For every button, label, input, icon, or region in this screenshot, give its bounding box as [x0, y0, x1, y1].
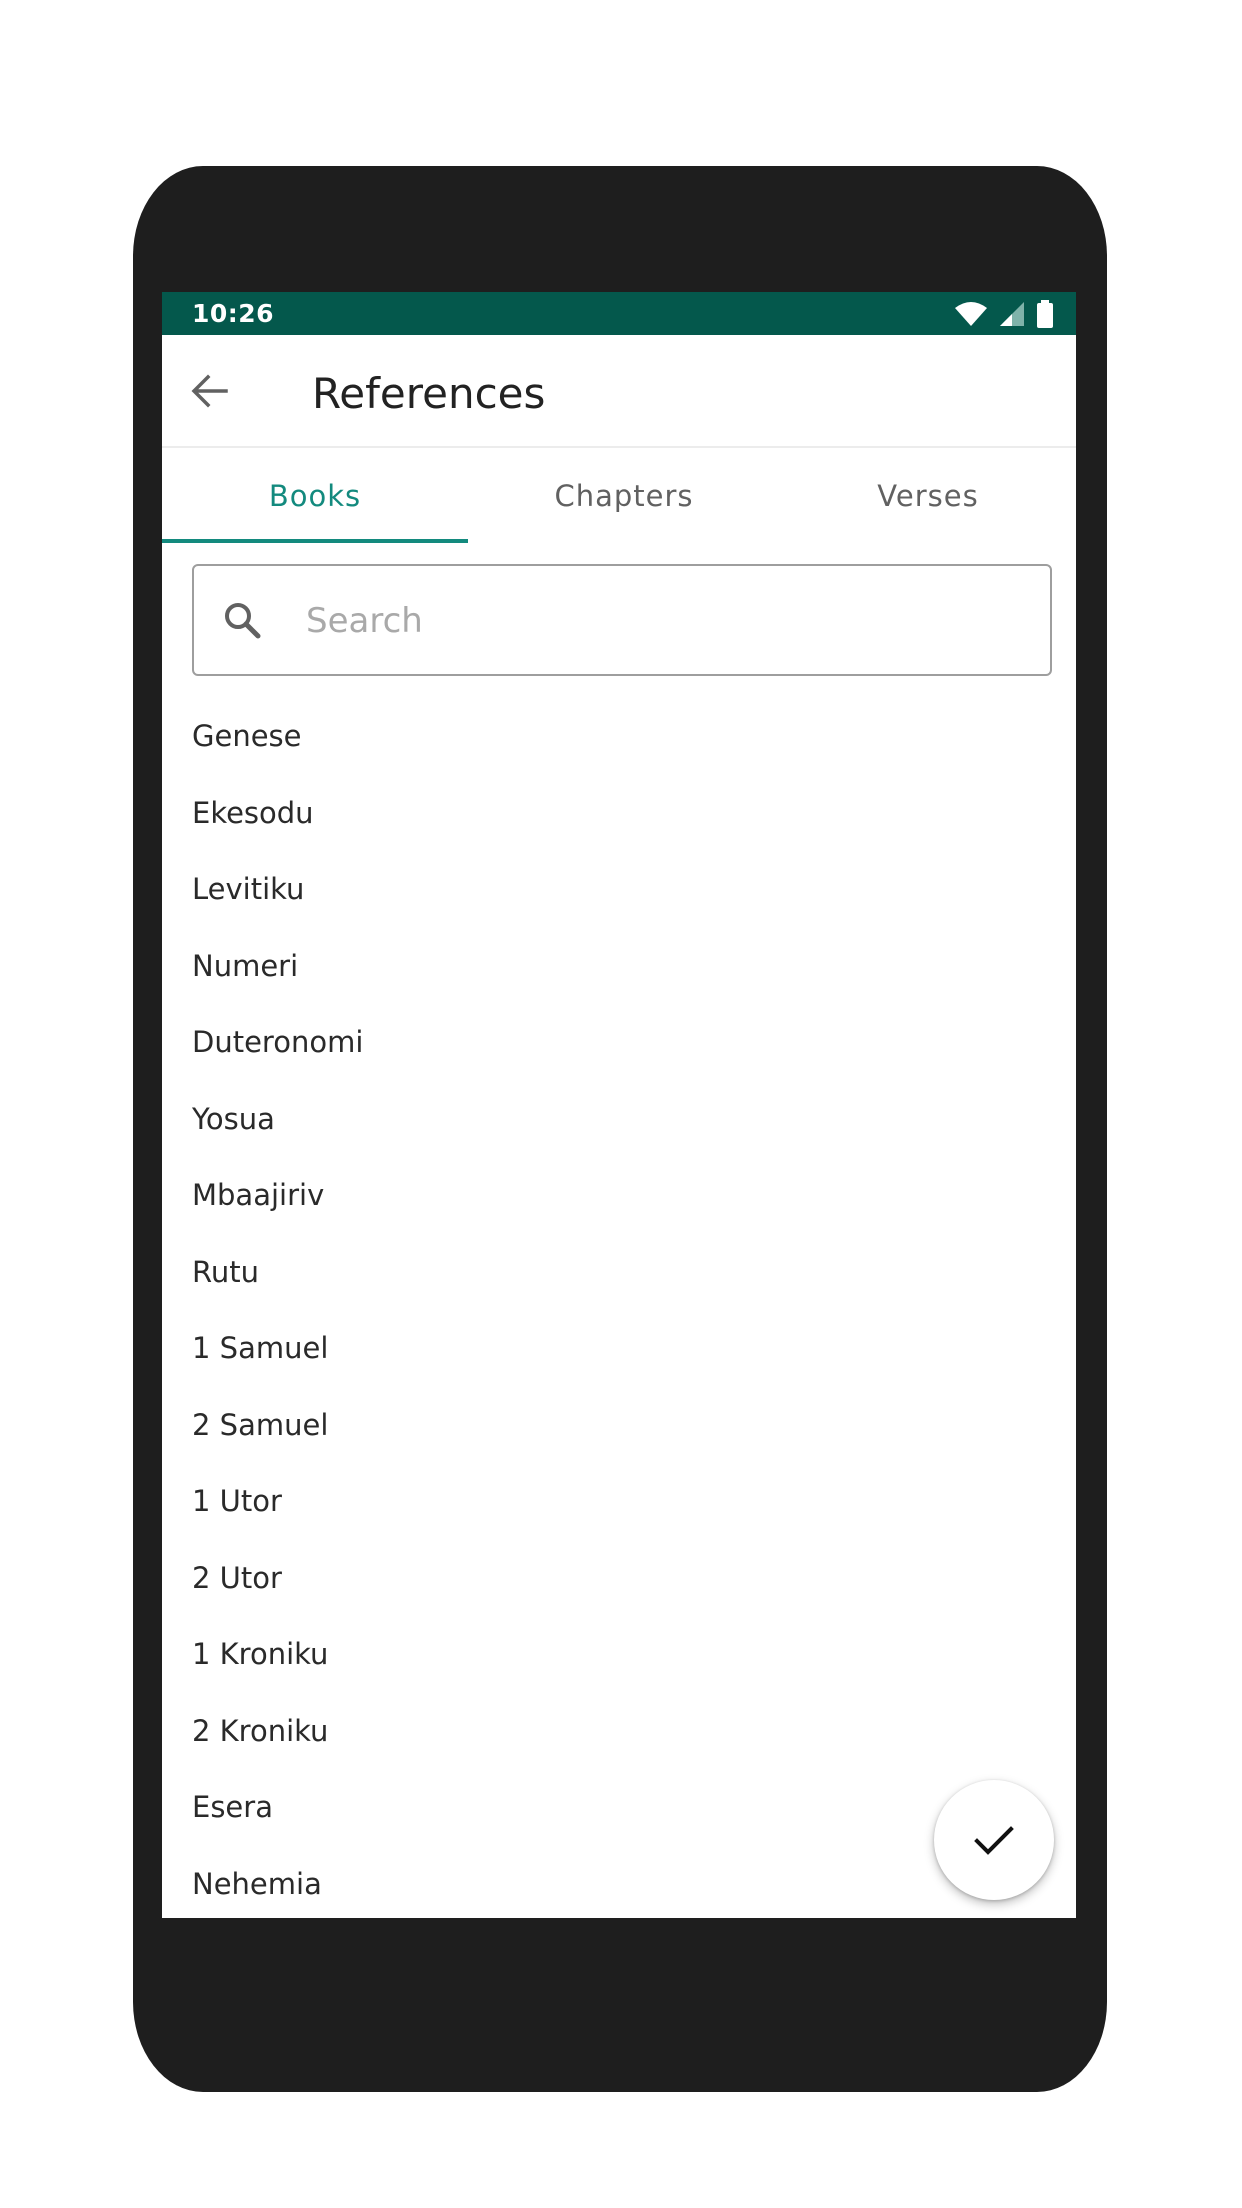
book-item-1-samuel[interactable]: 1 Samuel	[162, 1310, 1076, 1387]
signal-icon	[1000, 301, 1024, 326]
confirm-button[interactable]	[934, 1780, 1054, 1900]
book-item-2-samuel[interactable]: 2 Samuel	[162, 1387, 1076, 1464]
wifi-icon	[955, 301, 987, 326]
book-item-1-kroniku[interactable]: 1 Kroniku	[162, 1616, 1076, 1693]
app-screen: 10:26 References Books Chapters Verses S…	[162, 292, 1076, 1918]
app-bar: References	[162, 335, 1076, 448]
book-item-2-kroniku[interactable]: 2 Kroniku	[162, 1693, 1076, 1770]
book-item-mbaajiriv[interactable]: Mbaajiriv	[162, 1157, 1076, 1234]
status-icons	[954, 298, 1054, 329]
book-item-numeri[interactable]: Numeri	[162, 928, 1076, 1005]
tab-verses[interactable]: Verses	[780, 448, 1076, 543]
book-item-1-utor[interactable]: 1 Utor	[162, 1463, 1076, 1540]
book-list: Genese Ekesodu Levitiku Numeri Duteronom…	[162, 698, 1076, 1918]
book-item-duteronomi[interactable]: Duteronomi	[162, 1004, 1076, 1081]
status-time: 10:26	[192, 299, 275, 328]
book-item-rutu[interactable]: Rutu	[162, 1234, 1076, 1311]
back-button[interactable]	[190, 371, 230, 411]
book-item-2-utor[interactable]: 2 Utor	[162, 1540, 1076, 1617]
book-item-yosua[interactable]: Yosua	[162, 1081, 1076, 1158]
tab-books[interactable]: Books	[162, 448, 468, 543]
book-item-ekesodu[interactable]: Ekesodu	[162, 775, 1076, 852]
book-item-levitiku[interactable]: Levitiku	[162, 851, 1076, 928]
search-input[interactable]	[304, 590, 1008, 652]
arrow-back-icon	[191, 374, 228, 408]
tab-chapters[interactable]: Chapters	[468, 448, 780, 543]
status-bar: 10:26	[162, 292, 1076, 335]
search-icon	[225, 603, 261, 639]
check-icon	[974, 1826, 1014, 1855]
battery-icon	[1037, 299, 1053, 328]
tab-bar: Books Chapters Verses	[162, 448, 1076, 543]
book-item-genese[interactable]: Genese	[162, 698, 1076, 775]
page-title: References	[312, 369, 546, 418]
search-box[interactable]	[192, 564, 1052, 676]
